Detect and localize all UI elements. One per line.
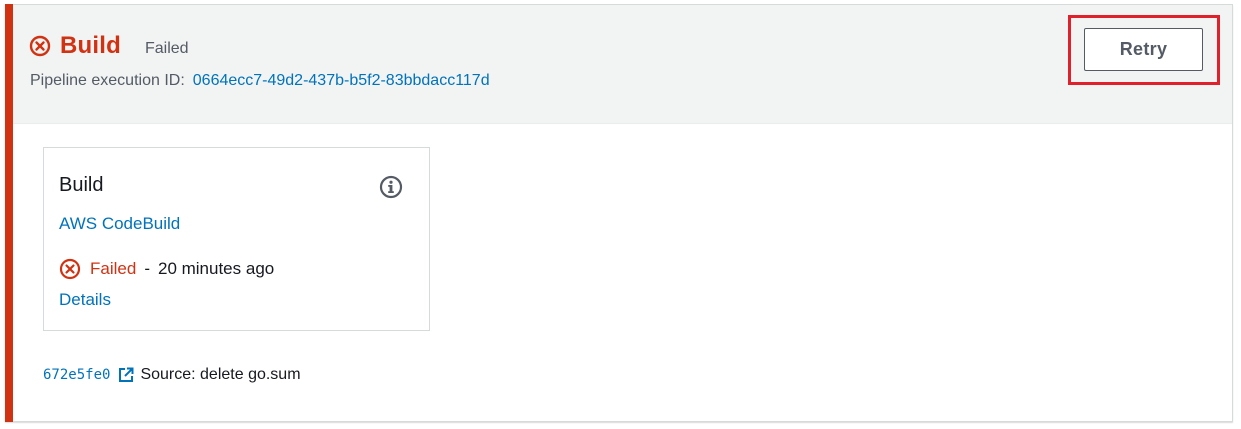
- provider-link[interactable]: AWS CodeBuild: [59, 214, 180, 234]
- external-link-icon[interactable]: [118, 367, 134, 383]
- execution-id-label: Pipeline execution ID:: [30, 72, 185, 89]
- source-commit-row: 672e5fe0 Source: delete go.sum: [43, 366, 301, 384]
- stage-title: Build: [60, 32, 121, 59]
- stage-failed-stripe: [5, 4, 13, 422]
- action-name: Build: [59, 174, 104, 196]
- action-card: Build AWS CodeBuild Failed - 20 minutes …: [43, 147, 430, 331]
- commit-id-link[interactable]: 672e5fe0: [43, 367, 110, 383]
- stage-title-row: Build Failed: [29, 31, 189, 61]
- error-circle-icon: [59, 258, 81, 280]
- pipeline-execution-row: Pipeline execution ID: 0664ecc7-49d2-437b…: [30, 72, 490, 90]
- action-status: Failed: [90, 259, 137, 278]
- stage-status: Failed: [145, 40, 189, 57]
- status-separator: -: [144, 259, 150, 278]
- action-time: 20 minutes ago: [157, 259, 275, 278]
- commit-message: Source: delete go.sum: [140, 366, 301, 383]
- action-status-row: Failed - 20 minutes ago: [59, 258, 274, 280]
- retry-button[interactable]: Retry: [1084, 28, 1203, 71]
- details-link[interactable]: Details: [59, 290, 111, 310]
- pipeline-stage-view: Build Failed Pipeline execution ID: 0664e…: [0, 0, 1241, 429]
- execution-id-link[interactable]: 0664ecc7-49d2-437b-b5f2-83bbdacc117d: [193, 72, 490, 89]
- info-icon[interactable]: [379, 175, 403, 199]
- stage-header: [13, 5, 1232, 124]
- error-circle-icon: [29, 35, 51, 57]
